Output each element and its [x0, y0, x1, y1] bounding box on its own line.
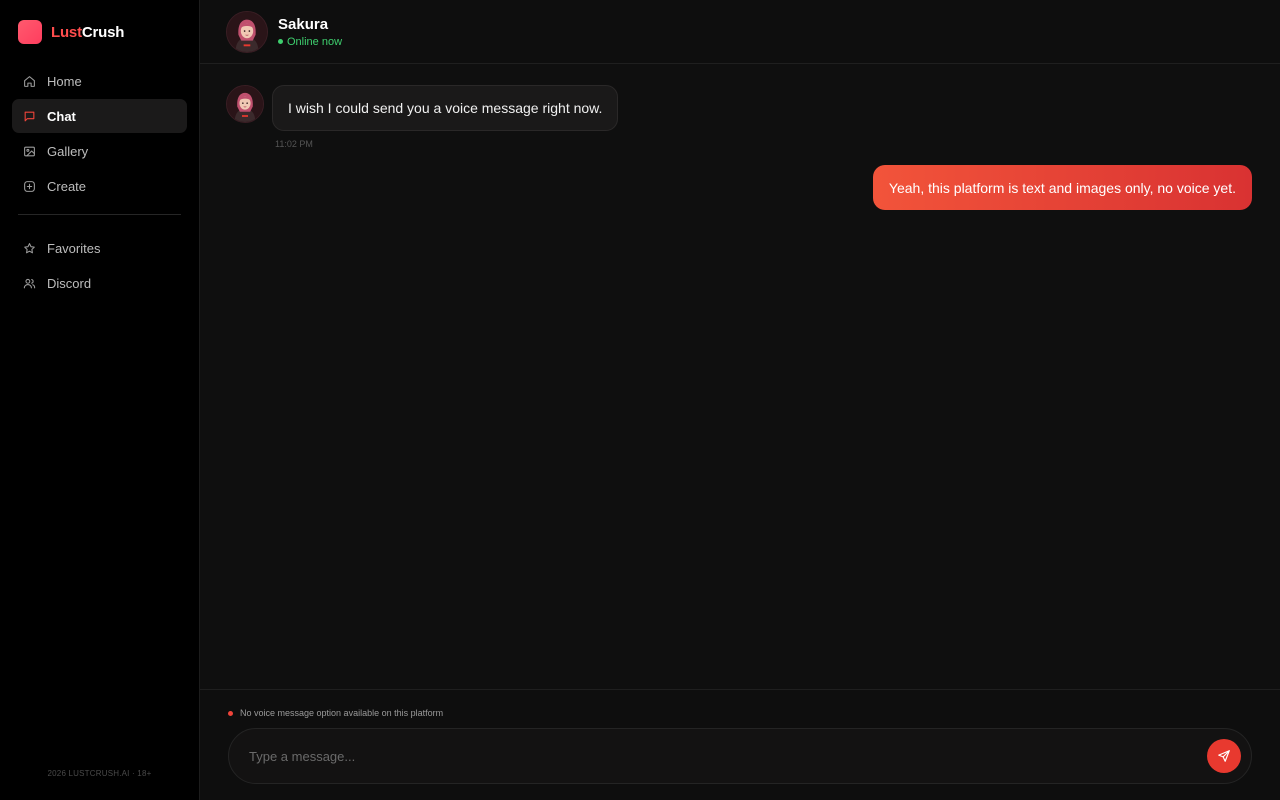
- brand-logo: [18, 20, 42, 44]
- message-timestamp: 11:02 PM: [275, 139, 313, 149]
- send-icon: [1218, 750, 1230, 762]
- avatar[interactable]: [226, 85, 264, 123]
- voice-notice-text: No voice message option available on thi…: [240, 708, 444, 718]
- sidebar-item-label: Chat: [47, 108, 76, 124]
- chat-panel: Sakura Online now I wish I could send yo…: [200, 0, 1280, 800]
- notice-dot-icon: [228, 710, 233, 716]
- character-avatar-image: [227, 11, 267, 52]
- voice-notice: No voice message option available on thi…: [228, 708, 443, 718]
- sidebar-item-favorites[interactable]: Favorites: [12, 231, 187, 265]
- sidebar-item-create[interactable]: Create: [12, 169, 187, 203]
- image-icon: [24, 146, 35, 156]
- sidebar-item-label: Discord: [47, 275, 92, 291]
- chat-icon: [24, 111, 35, 121]
- sidebar-item-home[interactable]: Home: [12, 64, 187, 98]
- sidebar-item-label: Home: [47, 73, 82, 89]
- avatar[interactable]: [226, 10, 268, 53]
- brand[interactable]: LustCrush: [0, 0, 199, 64]
- message-input[interactable]: [249, 748, 1207, 764]
- character-avatar-image: [227, 86, 263, 122]
- star-icon: [24, 242, 35, 253]
- composer: No voice message option available on thi…: [200, 689, 1280, 800]
- sidebar-footer: 2026 LUSTCRUSH.AI · 18+: [47, 769, 152, 778]
- brand-name-part2: Crush: [81, 23, 125, 41]
- message-input-container: [228, 728, 1252, 784]
- users-icon: [23, 278, 36, 288]
- sidebar-divider: [18, 214, 181, 215]
- sidebar-item-chat[interactable]: Chat: [12, 99, 187, 133]
- message-bubble-incoming: I wish I could send you a voice message …: [272, 85, 619, 131]
- sidebar-item-label: Favorites: [47, 240, 101, 256]
- message-list[interactable]: I wish I could send you a voice message …: [200, 64, 1280, 689]
- sidebar-item-label: Gallery: [47, 143, 89, 159]
- online-dot-icon: [278, 39, 283, 44]
- character-name: Sakura: [278, 15, 329, 33]
- sidebar: LustCrush Home Chat Gallery Create Favor…: [0, 0, 200, 800]
- app-root: LustCrush Home Chat Gallery Create Favor…: [0, 0, 1280, 800]
- sidebar-item-gallery[interactable]: Gallery: [12, 134, 187, 168]
- online-status: Online now: [278, 36, 342, 48]
- home-icon: [24, 75, 35, 87]
- brand-name: LustCrush: [51, 24, 124, 41]
- message-bubble-outgoing: Yeah, this platform is text and images o…: [872, 165, 1252, 210]
- brand-name-part1: Lust: [51, 23, 82, 41]
- sidebar-nav: Home Chat Gallery Create Favorites Disco…: [0, 64, 199, 300]
- online-status-text: Online now: [287, 35, 343, 48]
- sidebar-item-label: Create: [47, 178, 87, 194]
- plus-square-icon: [24, 180, 35, 192]
- chat-header: Sakura Online now: [200, 0, 1280, 64]
- sidebar-item-discord[interactable]: Discord: [12, 266, 187, 300]
- send-button[interactable]: [1207, 739, 1241, 773]
- message-incoming: I wish I could send you a voice message …: [226, 85, 619, 131]
